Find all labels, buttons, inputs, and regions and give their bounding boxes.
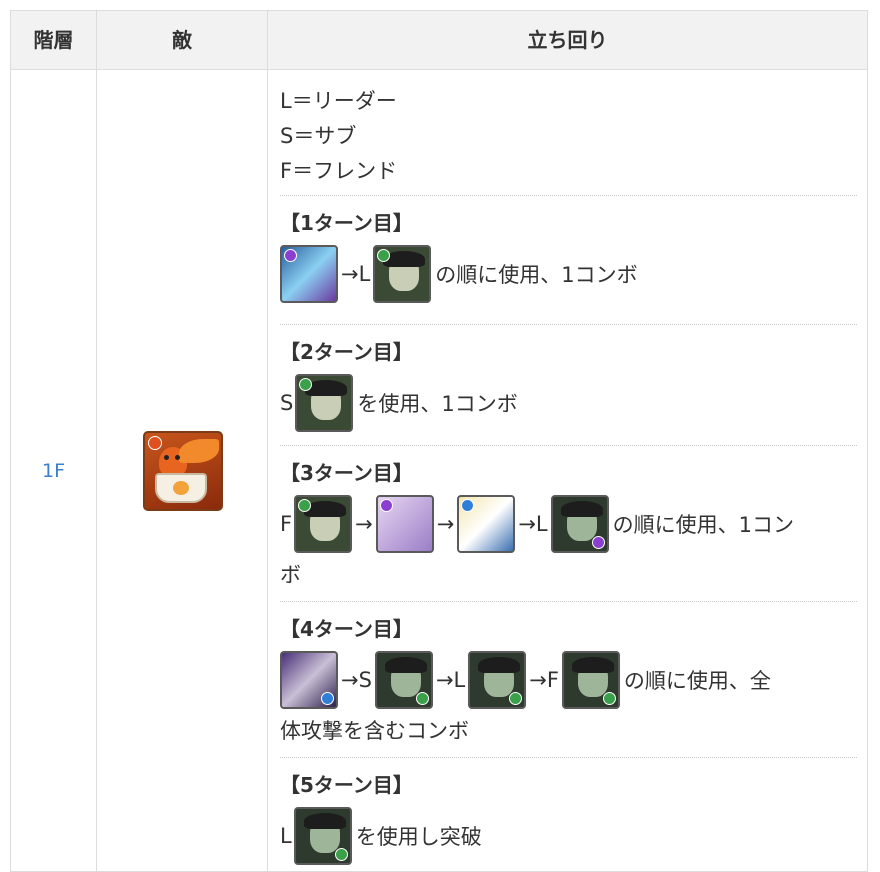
floor-link[interactable]: 1F: [11, 71, 96, 871]
hat-man-monster-icon[interactable]: [468, 651, 527, 709]
turn-steps: L を使用し突破: [280, 805, 482, 867]
divider: [280, 324, 857, 325]
turn-title: 【5ターン目】: [280, 773, 413, 797]
step-text: の順に使用、1コンボ: [435, 263, 638, 287]
strategy-table: 階層 敵 立ち回り 1F L＝リーダー S＝サブ F＝フレンド 【1ターン目】: [10, 10, 868, 872]
divider: [280, 445, 857, 446]
turn-title: 【1ターン目】: [280, 211, 413, 235]
hat-man-monster-icon[interactable]: [374, 651, 433, 709]
dark-dragon-monster-icon[interactable]: [280, 245, 338, 303]
step-text: を使用、1コンボ: [357, 392, 518, 416]
turn-steps: →S →L →F の順に使用、全: [280, 649, 771, 711]
silver-hair-monster-icon[interactable]: [280, 651, 338, 709]
header-strategy: 立ち回り: [527, 28, 608, 52]
turn-steps: S を使用、1コンボ: [280, 372, 518, 434]
turn-steps: F → → →L の順に使用、1コン: [280, 493, 794, 555]
divider: [280, 757, 857, 758]
hat-man-monster-icon[interactable]: [295, 374, 354, 432]
blue-card-monster-icon[interactable]: [457, 495, 516, 553]
arrow: →: [436, 512, 455, 536]
step-sub: →S: [341, 668, 372, 692]
step-leader: →L: [435, 668, 466, 692]
step-text-continued: ボ: [280, 563, 301, 587]
legend-sub: S＝サブ: [280, 124, 357, 148]
mirror-card-monster-icon[interactable]: [375, 495, 434, 553]
arrow: →: [355, 512, 373, 536]
enemy-cell: [97, 71, 267, 871]
hat-man-monster-icon[interactable]: [561, 651, 620, 709]
divider: [280, 601, 857, 602]
turn-title: 【3ターン目】: [280, 461, 413, 485]
turn-steps: →L の順に使用、1コンボ: [280, 243, 638, 305]
step-leader: L: [280, 824, 292, 848]
hat-man-monster-icon[interactable]: [373, 245, 432, 303]
step-text-continued: 体攻撃を含むコンボ: [280, 719, 469, 743]
step-friend: →F: [529, 668, 559, 692]
step-text: を使用し突破: [355, 825, 482, 849]
divider: [280, 195, 857, 196]
step-leader: →L: [341, 262, 371, 286]
strategy-cell: L＝リーダー S＝サブ F＝フレンド 【1ターン目】 →L の順に使用、1コンボ: [268, 71, 867, 871]
turn-title: 【4ターン目】: [280, 617, 413, 641]
turn-title: 【2ターン目】: [280, 340, 413, 364]
step-text: の順に使用、全: [623, 669, 771, 693]
fire-dragon-enemy-icon[interactable]: [143, 431, 223, 511]
step-friend: F: [280, 512, 293, 536]
table-header: 階層 敵 立ち回り: [11, 11, 867, 70]
header-enemy: 敵: [172, 28, 192, 52]
legend-leader: L＝リーダー: [280, 89, 397, 113]
step-text: の順に使用、1コン: [612, 513, 794, 537]
hat-man-monster-icon[interactable]: [293, 807, 352, 865]
step-sub: S: [280, 391, 294, 415]
hat-man-monster-icon[interactable]: [550, 495, 609, 553]
legend-friend: F＝フレンド: [280, 159, 398, 183]
hat-man-monster-icon[interactable]: [294, 495, 353, 553]
step-leader: →L: [518, 512, 548, 536]
header-floor: 階層: [33, 28, 74, 52]
